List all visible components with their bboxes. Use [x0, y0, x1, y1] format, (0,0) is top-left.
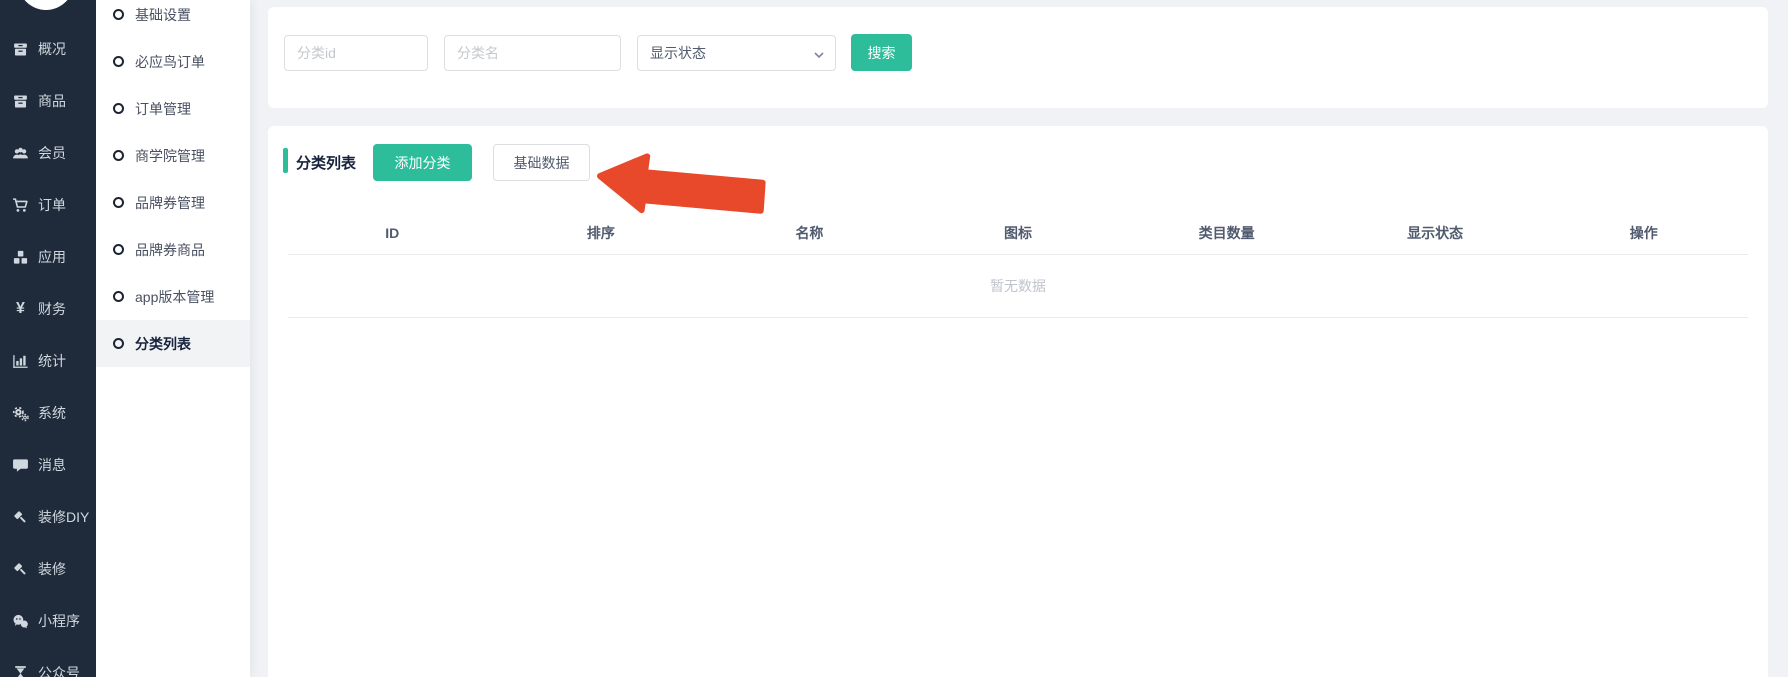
mini-program-wechat-icon [12, 613, 29, 630]
sidebar-item-label: 会员 [38, 143, 66, 163]
primary-nav: 概况 商品 会员 订单 应用 ¥ 财务 统计 系统 [0, 23, 96, 677]
sidebar-item-label: 装修 [38, 559, 66, 579]
filter-card: 显示状态 搜索 [268, 7, 1768, 108]
sidebar-item-apps[interactable]: 应用 [0, 231, 96, 283]
primary-sidebar: 概况 商品 会员 订单 应用 ¥ 财务 统计 系统 [0, 0, 96, 677]
display-status-select-value: 显示状态 [650, 43, 706, 63]
sidebar-item-finance[interactable]: ¥ 财务 [0, 283, 96, 335]
sidebar-item-overview[interactable]: 概况 [0, 23, 96, 75]
decorate-gavel-icon [12, 561, 29, 578]
sidebar-item-label: 应用 [38, 247, 66, 267]
submenu-item-category-list[interactable]: 分类列表 [96, 320, 250, 367]
sidebar-item-label: 概况 [38, 39, 66, 59]
sidebar-item-label: 财务 [38, 299, 66, 319]
submenu-item-app-version[interactable]: app版本管理 [96, 273, 250, 320]
table-header-category-count: 类目数量 [1122, 223, 1331, 243]
table-header-display-status: 显示状态 [1331, 223, 1540, 243]
table-empty-state: 暂无数据 [288, 255, 1748, 318]
table-header-name: 名称 [705, 223, 914, 243]
secondary-nav: 基础设置 必应鸟订单 订单管理 商学院管理 品牌券管理 品牌券商品 app版本管… [96, 0, 250, 367]
sidebar-item-label: 统计 [38, 351, 66, 371]
sidebar-item-label: 系统 [38, 403, 66, 423]
submenu-item-brand-coupon-products[interactable]: 品牌券商品 [96, 226, 250, 273]
circle-icon [113, 291, 124, 302]
sidebar-item-label: 装修DIY [38, 507, 89, 527]
sidebar-item-label: 订单 [38, 195, 66, 215]
sidebar-item-messages[interactable]: 消息 [0, 439, 96, 491]
stats-bar-chart-icon [12, 353, 29, 370]
sidebar-item-mini-program[interactable]: 小程序 [0, 595, 96, 647]
submenu-item-basic-settings[interactable]: 基础设置 [96, 0, 250, 38]
circle-icon [113, 103, 124, 114]
sidebar-item-stats[interactable]: 统计 [0, 335, 96, 387]
sidebar-item-official-account[interactable]: 公众号 [0, 647, 96, 677]
submenu-item-brand-coupon-management[interactable]: 品牌券管理 [96, 179, 250, 226]
circle-icon [113, 150, 124, 161]
secondary-sidebar: 基础设置 必应鸟订单 订单管理 商学院管理 品牌券管理 品牌券商品 app版本管… [96, 0, 250, 677]
orders-cart-icon [12, 197, 29, 214]
sidebar-item-label: 小程序 [38, 611, 80, 631]
sidebar-item-label: 消息 [38, 455, 66, 475]
sidebar-item-orders[interactable]: 订单 [0, 179, 96, 231]
submenu-item-bingbird-orders[interactable]: 必应鸟订单 [96, 38, 250, 85]
sidebar-item-decorate[interactable]: 装修 [0, 543, 96, 595]
circle-icon [113, 244, 124, 255]
display-status-select[interactable]: 显示状态 [637, 35, 836, 71]
add-category-button[interactable]: 添加分类 [373, 144, 472, 181]
finance-yen-icon: ¥ [12, 301, 29, 318]
base-data-button[interactable]: 基础数据 [493, 144, 590, 181]
sidebar-item-products[interactable]: 商品 [0, 75, 96, 127]
submenu-item-order-management[interactable]: 订单管理 [96, 85, 250, 132]
chevron-down-icon [813, 48, 825, 60]
table-header-sort: 排序 [497, 223, 706, 243]
apps-cubes-icon [12, 249, 29, 266]
category-id-input[interactable] [284, 35, 428, 71]
table-header-actions: 操作 [1539, 223, 1748, 243]
category-list-card: 分类列表 添加分类 基础数据 ID 排序 名称 图标 类目数量 显示状态 操作 … [268, 126, 1768, 677]
table-header-id: ID [288, 225, 497, 241]
page-title: 分类列表 [296, 152, 356, 173]
search-button[interactable]: 搜索 [851, 34, 912, 71]
official-account-hourglass-icon [12, 665, 29, 677]
title-accent-bar [283, 148, 288, 173]
circle-icon [113, 338, 124, 349]
overview-box-icon [12, 41, 29, 58]
table-header-row: ID 排序 名称 图标 类目数量 显示状态 操作 [288, 211, 1748, 255]
circle-icon [113, 197, 124, 208]
product-box-icon [12, 93, 29, 110]
sidebar-item-label: 公众号 [38, 663, 80, 677]
table-header-icon: 图标 [914, 223, 1123, 243]
sidebar-item-label: 商品 [38, 91, 66, 111]
category-name-input[interactable] [444, 35, 621, 71]
sidebar-item-system[interactable]: 系统 [0, 387, 96, 439]
circle-icon [113, 9, 124, 20]
decorate-gavel-icon [12, 509, 29, 526]
members-users-icon [12, 145, 29, 162]
system-gears-icon [12, 405, 29, 422]
avatar[interactable] [18, 0, 74, 10]
submenu-item-business-school[interactable]: 商学院管理 [96, 132, 250, 179]
sidebar-item-members[interactable]: 会员 [0, 127, 96, 179]
message-bubble-icon [12, 457, 29, 474]
circle-icon [113, 56, 124, 67]
sidebar-item-decorate-diy[interactable]: 装修DIY [0, 491, 96, 543]
